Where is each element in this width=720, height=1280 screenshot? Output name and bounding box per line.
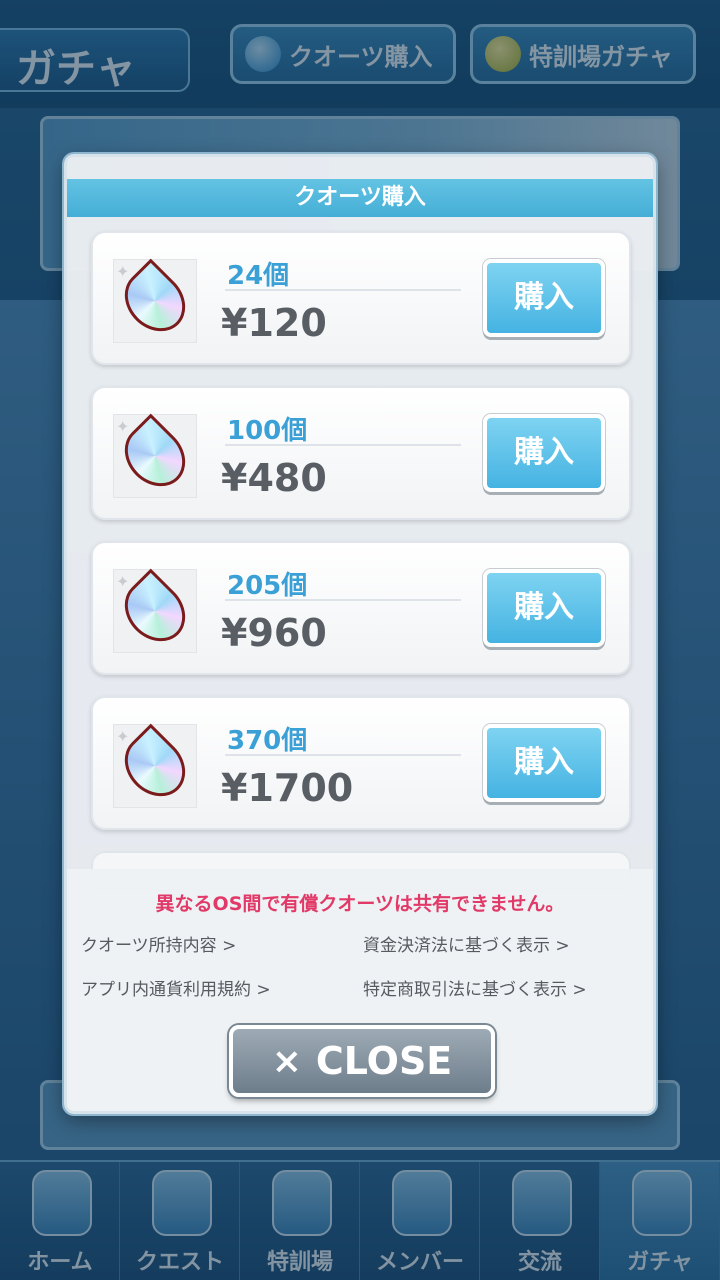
commercial-transactions-link[interactable]: 特定商取引法に基づく表示 > <box>363 975 587 1000</box>
quartz-item-card: ✦ 370個 ¥1700 購入 <box>91 696 631 830</box>
item-quantity: 24個 <box>227 261 290 291</box>
item-price: ¥120 <box>221 301 327 345</box>
quartz-item-card: ✦ 205個 ¥960 購入 <box>91 541 631 675</box>
modal-title: クオーツ購入 <box>67 179 653 217</box>
item-quantity: 370個 <box>227 726 308 756</box>
quartz-item-card: ✦ 100個 ¥480 購入 <box>91 386 631 520</box>
item-quantity: 205個 <box>227 571 308 601</box>
item-quantity: 100個 <box>227 416 308 446</box>
quartz-item-card: ✦ 24個 ¥120 購入 <box>91 231 631 365</box>
item-price: ¥1700 <box>221 766 354 810</box>
buy-button[interactable]: 購入 <box>483 414 605 492</box>
quartz-purchase-modal: クオーツ購入 ✦ 24個 ¥120 購入 ✦ 100個 ¥480 購入 ✦ 20… <box>64 154 656 1114</box>
divider <box>225 599 461 601</box>
gem-thumbnail: ✦ <box>112 568 198 654</box>
close-icon: × <box>271 1040 302 1082</box>
payment-act-link[interactable]: 資金決済法に基づく表示 > <box>363 931 570 956</box>
sparkle-icon: ✦ <box>116 262 130 281</box>
currency-terms-link[interactable]: アプリ内通貨利用規約 > <box>81 975 271 1000</box>
close-label: CLOSE <box>315 1039 453 1083</box>
divider <box>225 444 461 446</box>
divider <box>225 754 461 756</box>
gem-thumbnail: ✦ <box>112 258 198 344</box>
sparkle-icon: ✦ <box>116 572 130 591</box>
buy-button[interactable]: 購入 <box>483 724 605 802</box>
item-price: ¥960 <box>221 611 327 655</box>
buy-button[interactable]: 購入 <box>483 569 605 647</box>
sparkle-icon: ✦ <box>116 417 130 436</box>
gem-thumbnail: ✦ <box>112 413 198 499</box>
os-warning-text: 異なるOS間で有償クオーツは共有できません。 <box>155 893 565 915</box>
item-price: ¥480 <box>221 456 327 500</box>
divider <box>225 289 461 291</box>
gem-thumbnail: ✦ <box>112 723 198 809</box>
sparkle-icon: ✦ <box>116 727 130 746</box>
close-button[interactable]: × CLOSE <box>229 1025 495 1097</box>
buy-button[interactable]: 購入 <box>483 259 605 337</box>
quartz-holdings-link[interactable]: クオーツ所持内容 > <box>81 931 236 956</box>
